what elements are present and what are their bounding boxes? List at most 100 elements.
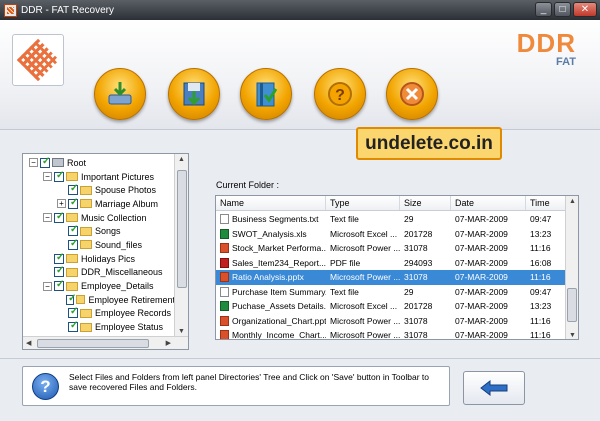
- close-button[interactable]: ✕: [573, 2, 597, 17]
- file-name: Business Segments.txt: [232, 214, 319, 225]
- folder-icon: [80, 308, 92, 318]
- cell-name: Puchase_Assets Details...: [216, 301, 326, 312]
- tree-expander-icon[interactable]: −: [43, 172, 52, 182]
- tree-node[interactable]: Employee Status: [23, 320, 175, 334]
- table-row[interactable]: Business Segments.txt Text file 29 07-MAR-2…: [216, 212, 566, 227]
- tree-vertical-scrollbar[interactable]: ▲ ▼: [174, 154, 188, 337]
- tree-checkbox[interactable]: [54, 211, 64, 223]
- column-time[interactable]: Time: [526, 196, 566, 210]
- tree-checkbox[interactable]: [68, 320, 78, 333]
- cell-type: Microsoft Power ...: [330, 243, 400, 254]
- folder-icon: [76, 295, 86, 305]
- ppt-file-icon: [220, 315, 229, 326]
- scroll-thumb[interactable]: [567, 288, 577, 322]
- column-date[interactable]: Date: [451, 196, 526, 210]
- tree-node[interactable]: Employee Records: [23, 306, 175, 321]
- tree-checkbox[interactable]: [66, 293, 76, 305]
- tree-expander-icon[interactable]: +: [57, 199, 66, 209]
- cell-time: 09:47: [530, 214, 552, 225]
- book-button[interactable]: [240, 68, 292, 120]
- scroll-left-icon[interactable]: ◀: [26, 339, 31, 347]
- tree-node[interactable]: Holidays Pics: [23, 252, 175, 266]
- scroll-right-icon[interactable]: ▶: [166, 339, 171, 347]
- tree-node[interactable]: DDR_Miscellaneous: [23, 265, 175, 280]
- tree-checkbox[interactable]: [68, 224, 78, 237]
- back-button[interactable]: [463, 371, 525, 405]
- scroll-up-icon[interactable]: ▲: [178, 156, 185, 163]
- cell-type: Microsoft Excel ...: [330, 228, 398, 239]
- table-row[interactable]: Monthly_Income_Chart.... Microsoft Power …: [216, 328, 566, 340]
- cell-date: 07-MAR-2009: [455, 243, 508, 254]
- folder-icon: [80, 199, 92, 209]
- save-icon: [180, 78, 208, 110]
- header: DDR FAT: [0, 20, 600, 130]
- scroll-thumb[interactable]: [177, 170, 187, 288]
- scroll-down-icon[interactable]: ▼: [178, 328, 185, 335]
- window-title: DDR - FAT Recovery: [21, 4, 114, 16]
- tree-node[interactable]: Sound_files: [23, 238, 175, 252]
- tree-checkbox[interactable]: [68, 183, 78, 196]
- cell-size: 31078: [404, 315, 428, 326]
- minimize-button[interactable]: _: [535, 2, 552, 17]
- maximize-button[interactable]: □: [554, 2, 571, 17]
- tree-horizontal-scrollbar[interactable]: ◀ ▶: [23, 336, 188, 349]
- folder-icon: [80, 322, 92, 332]
- tree-node[interactable]: − Music Collection: [23, 211, 175, 225]
- table-row[interactable]: Stock_Market Performa... Microsoft Power …: [216, 241, 566, 256]
- tree-checkbox[interactable]: [68, 238, 78, 250]
- exit-icon: [398, 78, 426, 110]
- cell-name: Monthly_Income_Chart....: [216, 330, 326, 339]
- directory-tree[interactable]: − Root − Important Pictures Spouse Photos + Ma…: [23, 154, 175, 337]
- tree-node-label: Employee Status: [95, 322, 164, 333]
- file-list-scrollbar[interactable]: ▲ ▼: [565, 196, 578, 339]
- table-row[interactable]: Sales_Item234_Report.... PDF file 294093 07…: [216, 256, 566, 271]
- tree-expander-icon[interactable]: −: [43, 281, 52, 291]
- open-drive-button[interactable]: [94, 68, 146, 120]
- cell-name: Sales_Item234_Report....: [216, 257, 326, 268]
- scroll-thumb[interactable]: [37, 339, 149, 348]
- cell-date: 07-MAR-2009: [455, 315, 508, 326]
- table-row[interactable]: Organizational_Chart.pptx Microsoft Power…: [216, 314, 566, 329]
- help-button[interactable]: ?: [314, 68, 366, 120]
- cell-name: Purchase Item Summary...: [216, 286, 326, 297]
- tree-checkbox[interactable]: [54, 252, 64, 264]
- cell-time: 11:16: [530, 272, 551, 283]
- column-size[interactable]: Size: [400, 196, 451, 210]
- tree-checkbox[interactable]: [54, 279, 64, 292]
- tree-node[interactable]: − Employee_Details: [23, 279, 175, 293]
- open-drive-icon: [106, 78, 134, 110]
- cell-name: Organizational_Chart.pptx: [216, 315, 326, 326]
- table-row[interactable]: Ratio Analysis.pptx Microsoft Power ... 31…: [216, 270, 566, 285]
- cell-type: Text file: [330, 214, 359, 225]
- scroll-down-icon[interactable]: ▼: [569, 332, 576, 339]
- exit-button[interactable]: [386, 68, 438, 120]
- tree-checkbox[interactable]: [40, 156, 50, 168]
- tree-node[interactable]: Employee Retirement: [23, 293, 175, 307]
- tree-node[interactable]: Songs: [23, 224, 175, 238]
- tree-node[interactable]: − Important Pictures: [23, 170, 175, 184]
- table-row[interactable]: Puchase_Assets Details... Microsoft Excel…: [216, 299, 566, 314]
- tree-checkbox[interactable]: [68, 306, 78, 319]
- scroll-up-icon[interactable]: ▲: [569, 198, 576, 205]
- tree-node[interactable]: + Marriage Album: [23, 197, 175, 211]
- tree-node[interactable]: Spouse Photos: [23, 183, 175, 197]
- help-info-icon: ?: [32, 373, 59, 400]
- tree-checkbox[interactable]: [54, 265, 64, 278]
- tree-node-label: Spouse Photos: [95, 185, 157, 196]
- back-arrow-icon: [480, 379, 508, 397]
- table-row[interactable]: SWOT_Analysis.xls Microsoft Excel ... 2017…: [216, 227, 566, 242]
- xls-file-icon: [220, 228, 229, 239]
- cell-name: Ratio Analysis.pptx: [216, 272, 326, 283]
- tree-checkbox[interactable]: [54, 170, 64, 182]
- tree-checkbox[interactable]: [68, 197, 78, 209]
- save-button[interactable]: [168, 68, 220, 120]
- column-type[interactable]: Type: [326, 196, 400, 210]
- folder-icon: [66, 254, 78, 264]
- tree-expander-icon[interactable]: −: [43, 213, 52, 223]
- tree-expander-icon[interactable]: −: [29, 158, 38, 168]
- tree-node[interactable]: − Root: [23, 156, 175, 170]
- column-name[interactable]: Name: [216, 196, 326, 210]
- cell-date: 07-MAR-2009: [455, 330, 508, 340]
- table-row[interactable]: Purchase Item Summary... Text file 29 07-MA…: [216, 285, 566, 300]
- cell-type: Microsoft Power ...: [330, 330, 400, 340]
